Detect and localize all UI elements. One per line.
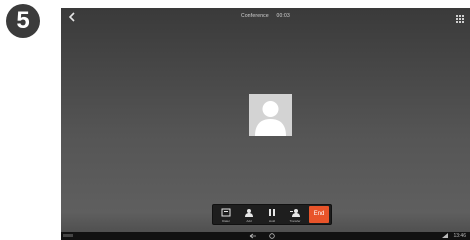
step-number-badge: 5 [6, 4, 40, 38]
call-title: Conference 00:03 [61, 13, 470, 19]
contact-avatar [249, 94, 292, 136]
notification-icon [63, 234, 73, 237]
transfer-button[interactable]: Transfer [284, 205, 306, 224]
transfer-icon [290, 209, 300, 217]
add-label: Add [246, 219, 252, 223]
hold-button[interactable]: Hold [261, 205, 283, 224]
grid-menu-icon [456, 15, 464, 23]
status-clock: 13:46 [453, 233, 466, 239]
system-nav-bar: 13:46 [61, 232, 470, 240]
nav-home-icon[interactable] [269, 233, 275, 239]
nav-back-icon[interactable] [249, 233, 257, 239]
hold-label: Hold [268, 219, 276, 223]
end-call-button[interactable]: End [309, 206, 329, 223]
person-silhouette-icon [255, 101, 286, 136]
call-timer: 00:03 [276, 13, 290, 19]
add-call-button[interactable]: Add [238, 205, 260, 224]
transfer-label: Transfer [289, 219, 301, 223]
add-person-icon [245, 209, 253, 217]
menu-button[interactable] [455, 11, 465, 23]
wifi-icon [442, 233, 448, 238]
pause-icon [269, 209, 275, 216]
dialer-button[interactable]: Dialer [215, 205, 237, 224]
dialer-label: Dialer [222, 219, 230, 223]
dialpad-icon [221, 208, 231, 217]
call-toolbar: Dialer Add Hold Transfer End [212, 204, 332, 225]
top-bar: Conference 00:03 [61, 8, 470, 26]
call-screen: Conference 00:03 Dialer Add Hold Transfe… [61, 8, 470, 240]
call-title-text: Conference [241, 13, 269, 19]
